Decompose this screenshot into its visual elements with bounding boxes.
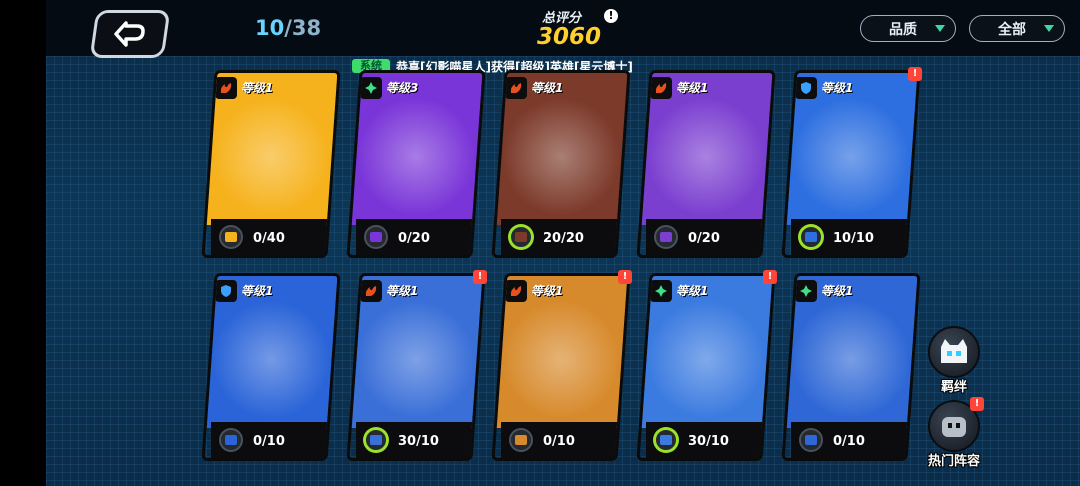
shard-count: 30/10: [398, 434, 439, 449]
hero-shard-icon: [364, 225, 388, 249]
all-filter-dropdown[interactable]: 全部: [969, 15, 1065, 42]
progress-total: 38: [291, 16, 322, 40]
collection-progress: 10/38: [255, 16, 321, 40]
card-footer: 0/40: [211, 219, 331, 255]
hero-shard-icon: [654, 428, 678, 452]
hero-level: 等级1: [821, 81, 854, 95]
card-footer: 10/10: [791, 219, 911, 255]
dropdown-arrow-icon: [1044, 25, 1054, 32]
fire-element-icon: [215, 77, 237, 99]
all-filter-label: 全部: [998, 21, 1026, 38]
nature-element-icon: [650, 280, 672, 302]
quality-filter-label: 品质: [889, 21, 917, 38]
hero-level: 等级3: [386, 81, 419, 95]
hero-card[interactable]: 等级1 0/10: [201, 273, 341, 461]
hero-card[interactable]: 等级1 10/10: [781, 70, 921, 258]
shard-count: 0/10: [833, 434, 865, 449]
hero-level: 等级1: [676, 284, 709, 298]
hero-shard-icon: [799, 225, 823, 249]
hero-card[interactable]: 等级1 0/20: [636, 70, 776, 258]
hero-card[interactable]: 等级1 20/20: [491, 70, 631, 258]
dropdown-arrow-icon: [935, 25, 945, 32]
card-footer: 0/10: [211, 422, 331, 458]
card-alert-badge: !: [473, 270, 487, 284]
shard-count: 10/10: [833, 231, 874, 246]
nature-element-icon: [795, 280, 817, 302]
shard-count: 0/40: [253, 231, 285, 246]
shard-count: 30/10: [688, 434, 729, 449]
hero-shard-icon: [219, 225, 243, 249]
shard-count: 0/20: [688, 231, 720, 246]
card-alert-badge: !: [763, 270, 777, 284]
hero-level: 等级1: [241, 81, 274, 95]
card-alert-badge: !: [618, 270, 632, 284]
quality-filter-dropdown[interactable]: 品质: [860, 15, 956, 42]
fire-element-icon: [505, 280, 527, 302]
shard-count: 0/10: [253, 434, 285, 449]
card-footer: 30/10: [356, 422, 476, 458]
shard-count: 0/10: [543, 434, 575, 449]
bond-label: 羁绊: [940, 380, 967, 395]
hero-shard-icon: [509, 225, 533, 249]
shard-count: 20/20: [543, 231, 584, 246]
popular-lineup-label: 热门阵容: [927, 454, 980, 469]
score-value: 3060: [537, 24, 602, 50]
fire-element-icon: [360, 280, 382, 302]
hero-shard-icon: [799, 428, 823, 452]
card-footer: 30/10: [646, 422, 766, 458]
hero-card[interactable]: 等级1 30/10: [636, 273, 776, 461]
bond-button[interactable]: 羁绊: [925, 326, 983, 395]
hero-level: 等级1: [821, 284, 854, 298]
back-arrow-icon: [114, 21, 145, 47]
card-footer: 0/20: [646, 219, 766, 255]
hero-shard-icon: [219, 428, 243, 452]
card-footer: 0/10: [791, 422, 911, 458]
shield-element-icon: [215, 280, 237, 302]
card-footer: 0/10: [501, 422, 621, 458]
popular-lineup-alert-badge: !: [970, 397, 984, 411]
hero-shard-icon: [509, 428, 533, 452]
hero-card[interactable]: 等级1 30/10: [346, 273, 486, 461]
shield-element-icon: [795, 77, 817, 99]
hero-shard-icon: [364, 428, 388, 452]
card-footer: 20/20: [501, 219, 621, 255]
hero-card[interactable]: 等级1 0/10: [781, 273, 921, 461]
fire-element-icon: [650, 77, 672, 99]
nature-element-icon: [360, 77, 382, 99]
hero-level: 等级1: [386, 284, 419, 298]
hero-level: 等级1: [676, 81, 709, 95]
progress-separator: /: [284, 16, 292, 40]
hero-level: 等级1: [531, 81, 564, 95]
progress-current: 10: [255, 16, 285, 40]
hero-level: 等级1: [531, 284, 564, 298]
shard-count: 0/20: [398, 231, 430, 246]
fire-element-icon: [505, 77, 527, 99]
info-icon[interactable]: !: [604, 9, 618, 23]
card-alert-badge: !: [908, 67, 922, 81]
hero-card[interactable]: 等级1 0/10: [491, 273, 631, 461]
hero-shard-icon: [654, 225, 678, 249]
hero-level: 等级1: [241, 284, 274, 298]
hero-card[interactable]: 等级3 0/20: [346, 70, 486, 258]
back-button[interactable]: [89, 10, 171, 58]
hero-card[interactable]: 等级1 0/40: [201, 70, 341, 258]
card-footer: 0/20: [356, 219, 476, 255]
bond-icon: [928, 326, 980, 378]
